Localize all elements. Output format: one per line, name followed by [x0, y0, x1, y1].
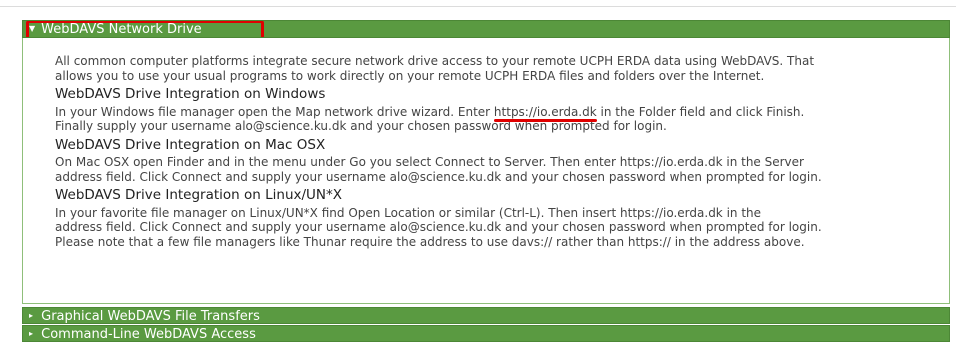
mac-line-1: On Mac OSX open Finder and in the menu u… — [55, 155, 804, 169]
accordion-section-graphical: ▸ Graphical WebDAVS File Transfers — [22, 307, 950, 324]
accordion-header-label: Command-Line WebDAVS Access — [41, 327, 256, 342]
intro-line-2: allows you to use your usual programs to… — [55, 68, 765, 83]
linux-heading: WebDAVS Drive Integration on Linux/UN*X — [55, 187, 343, 203]
windows-line-1: In your Windows file manager open the Ma… — [55, 105, 939, 120]
accordion-header-graphical-webdavs[interactable]: ▸ Graphical WebDAVS File Transfers — [22, 307, 950, 324]
highlight-box — [26, 21, 264, 37]
linux-line-2: address field. Click Connect and supply … — [55, 220, 822, 234]
windows-line-1-pre: In your Windows file manager open the Ma… — [55, 104, 494, 119]
windows-heading: WebDAVS Drive Integration on Windows — [55, 86, 326, 102]
accordion-header-label: Graphical WebDAVS File Transfers — [41, 309, 260, 324]
linux-line-1: In your favorite file manager on Linux/U… — [55, 205, 762, 220]
webdavs-accordion: ▼ WebDAVS Network Drive All common compu… — [22, 20, 950, 342]
triangle-right-icon: ▸ — [29, 329, 34, 338]
accordion-section-command-line: ▸ Command-Line WebDAVS Access — [22, 325, 950, 342]
intro-line-1: All common computer platforms integrate … — [55, 54, 815, 68]
linux-line-3: Please note that a few file managers lik… — [55, 234, 805, 249]
windows-line-1-post: in the Folder field and click Finish. — [596, 104, 805, 119]
mac-line-2: address field. Click Connect and supply … — [55, 169, 822, 184]
top-divider — [0, 6, 956, 7]
accordion-header-webdavs-network-drive[interactable]: ▼ WebDAVS Network Drive — [22, 20, 950, 38]
triangle-right-icon: ▸ — [29, 311, 34, 320]
accordion-header-command-line-webdavs[interactable]: ▸ Command-Line WebDAVS Access — [22, 325, 950, 342]
accordion-body-webdavs-network-drive: All common computer platforms integrate … — [22, 38, 950, 304]
io-erda-url[interactable]: https://io.erda.dk — [494, 105, 597, 119]
mac-heading: WebDAVS Drive Integration on Mac OSX — [55, 136, 326, 153]
